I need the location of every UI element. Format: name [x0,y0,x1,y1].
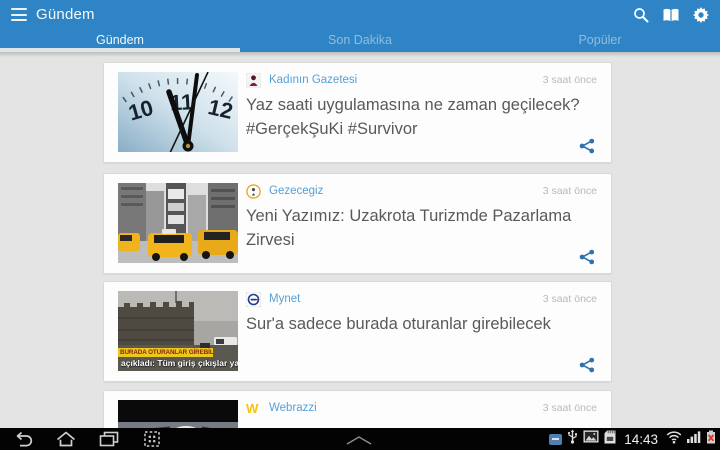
article-card[interactable]: BURADA OTURANLAR GİREBİLECEK açıkladı: T… [103,281,612,382]
tab-bar-shadow [0,52,720,57]
thumbnail-caption-sub: açıkladı: Tüm giriş çıkışlar yasa [121,358,238,368]
app-screen: Gündem Gündem Son Dakika Popüler [0,0,720,450]
status-tray: 14:43 [549,428,716,450]
app-bar: Gündem [0,0,720,30]
article-thumbnail-taxis [118,183,238,263]
tab-son-dakika[interactable]: Son Dakika [240,30,480,52]
source-avatar-kadinin-gazetesi [246,73,261,88]
article-timestamp: 3 saat önce [543,293,597,305]
gallery-icon [583,430,599,448]
article-source[interactable]: Gezecegiz [269,185,323,197]
menu-icon[interactable] [11,8,27,21]
article-timestamp: 3 saat önce [543,74,597,86]
app-bar-actions [632,0,710,30]
article-headline[interactable]: Yaz saati uygulamasına ne zaman geçilece… [246,93,595,141]
signal-strength-icon [687,430,701,448]
wifi-icon [666,430,682,449]
tab-gundem[interactable]: Gündem [0,30,240,52]
thumbnail-caption-band: BURADA OTURANLAR GİREBİLECEK [118,348,213,357]
battery-error-icon [706,430,716,449]
tab-populer[interactable]: Popüler [480,30,720,52]
sd-card-icon [604,430,616,449]
article-source[interactable]: Mynet [269,293,300,305]
source-avatar-mynet [246,292,261,307]
share-icon[interactable] [579,138,595,154]
article-headline[interactable]: Yeni Yazımız: Uzakrota Turizmde Pazarlam… [246,204,595,252]
status-clock: 14:43 [624,432,658,447]
page-title: Gündem [36,0,95,30]
share-icon[interactable] [579,357,595,373]
settings-gear-icon[interactable] [692,6,710,24]
share-icon[interactable] [579,249,595,265]
source-avatar-webrazzi: W [246,401,261,416]
notification-icon [549,434,562,445]
article-thumbnail-castle: BURADA OTURANLAR GİREBİLECEK açıkladı: T… [118,291,238,371]
article-timestamp: 3 saat önce [543,185,597,197]
article-card[interactable]: Gezecegiz 3 saat önce Yeni Yazımız: Uzak… [103,173,612,274]
article-timestamp: 3 saat önce [543,402,597,414]
article-headline[interactable]: Sur'a sadece burada oturanlar girebilece… [246,312,595,336]
tab-label: Son Dakika [328,33,392,47]
tab-label: Popüler [578,33,621,47]
search-icon[interactable] [632,6,650,24]
article-source[interactable]: Kadının Gazetesi [269,74,357,86]
screen-capture-icon[interactable] [141,431,163,448]
article-thumbnail-dark [118,400,238,428]
article-thumbnail-clock: 10 11 12 [118,72,238,152]
recent-apps-icon[interactable] [98,431,120,448]
back-icon[interactable] [12,431,34,448]
source-avatar-gezecegiz [246,184,261,199]
svg-text:W: W [246,401,259,416]
article-source[interactable]: Webrazzi [269,402,317,414]
home-icon[interactable] [55,431,77,448]
tab-bar: Gündem Son Dakika Popüler [0,30,720,52]
system-nav-bar: 14:43 [0,428,720,450]
article-card[interactable]: W Webrazzi 3 saat önce [103,390,612,428]
chevron-up-icon[interactable] [345,433,373,445]
usb-icon [567,429,578,449]
bookmarks-icon[interactable] [662,6,680,24]
article-list[interactable]: 10 11 12 Kadının Gazetesi 3 saat önce [0,52,720,428]
article-card[interactable]: 10 11 12 Kadının Gazetesi 3 saat önce [103,62,612,163]
tab-label: Gündem [96,33,144,47]
